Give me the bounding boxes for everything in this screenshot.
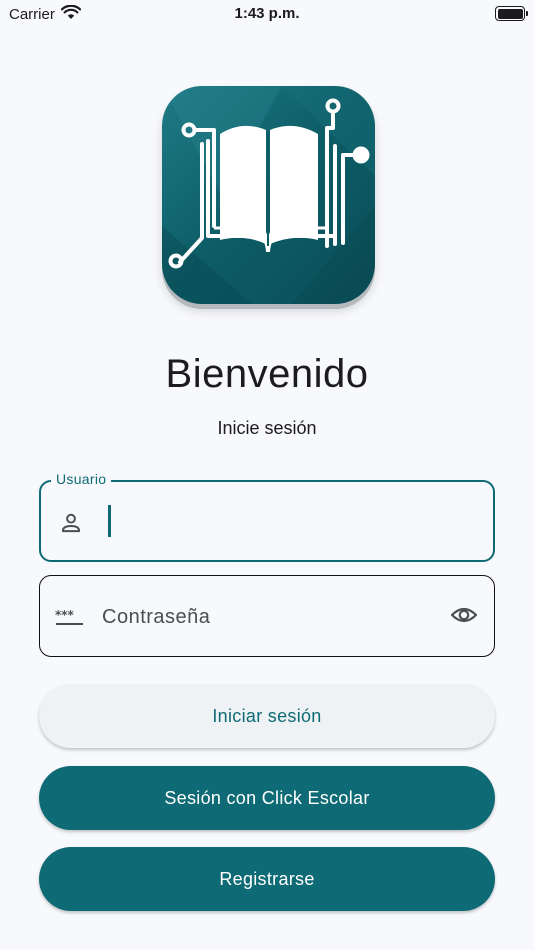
page-subtitle: Inicie sesión (217, 418, 317, 438)
status-time: 1:43 p.m. (234, 5, 300, 22)
book-circuit-icon (162, 86, 375, 304)
click-escolar-button-label: Sesión con Click Escolar (164, 787, 370, 808)
username-field[interactable]: Usuario (39, 471, 495, 562)
text-caret (108, 505, 111, 537)
username-label: Usuario (51, 471, 112, 487)
login-button-label: Iniciar sesión (212, 705, 322, 726)
page-title: Bienvenido (165, 352, 369, 396)
battery-icon (495, 6, 528, 21)
app-logo (162, 86, 375, 304)
svg-text:***: *** (55, 609, 75, 622)
register-button-label: Registrarse (219, 868, 315, 889)
password-placeholder: Contraseña (102, 606, 211, 628)
eye-icon[interactable] (450, 604, 478, 631)
login-button[interactable]: Iniciar sesión (39, 684, 495, 748)
person-icon (58, 510, 84, 541)
password-field[interactable]: *** Contraseña (39, 575, 495, 657)
password-icon: *** (55, 608, 85, 632)
status-bar: Carrier 1:43 p.m. (0, 0, 534, 30)
register-button[interactable]: Registrarse (39, 847, 495, 911)
click-escolar-button[interactable]: Sesión con Click Escolar (39, 766, 495, 830)
